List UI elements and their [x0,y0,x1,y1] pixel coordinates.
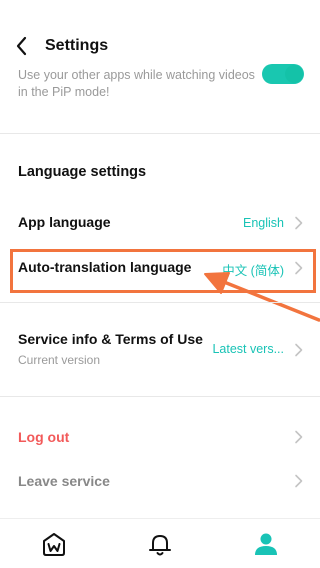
chevron-left-icon [16,36,27,56]
nav-notifications-button[interactable] [145,529,175,559]
leave-service-label: Leave service [18,473,110,489]
current-version-label: Current version [18,353,101,367]
pip-toggle[interactable] [262,64,304,84]
chevron-right-icon [294,216,304,230]
back-button[interactable] [10,33,34,59]
auto-translation-value: 中文 (简体) [222,264,284,278]
profile-icon [255,533,277,555]
divider [0,133,320,134]
chevron-right-icon [294,343,304,357]
service-info-value: Latest vers... [212,342,284,356]
nav-profile-button[interactable] [251,529,281,559]
header: Settings [0,0,320,62]
divider [0,396,320,397]
logout-row[interactable]: Log out [0,414,320,458]
chevron-right-icon [294,261,304,275]
bell-icon [149,535,171,556]
app-language-label: App language [18,214,111,230]
auto-translation-row[interactable]: Auto-translation language 中文 (简体) [0,246,320,290]
auto-translation-label: Auto-translation language [18,259,192,275]
toggle-knob [285,65,303,83]
divider [0,302,320,303]
language-settings-title: Language settings [18,164,147,180]
pip-description: Use your other apps while watching video… [18,68,255,99]
service-info-row[interactable]: Service info & Terms of Use Current vers… [0,318,320,378]
chevron-right-icon [294,430,304,444]
service-info-label: Service info & Terms of Use [18,331,203,347]
bottom-nav [0,518,320,568]
logout-label: Log out [18,429,70,445]
nav-home-button[interactable] [39,529,69,559]
app-language-row[interactable]: App language English [0,200,320,244]
chevron-right-icon [294,474,304,488]
page-title: Settings [45,37,109,54]
app-language-value: English [243,216,284,230]
home-w-icon [43,533,65,556]
leave-service-row[interactable]: Leave service [0,458,320,502]
